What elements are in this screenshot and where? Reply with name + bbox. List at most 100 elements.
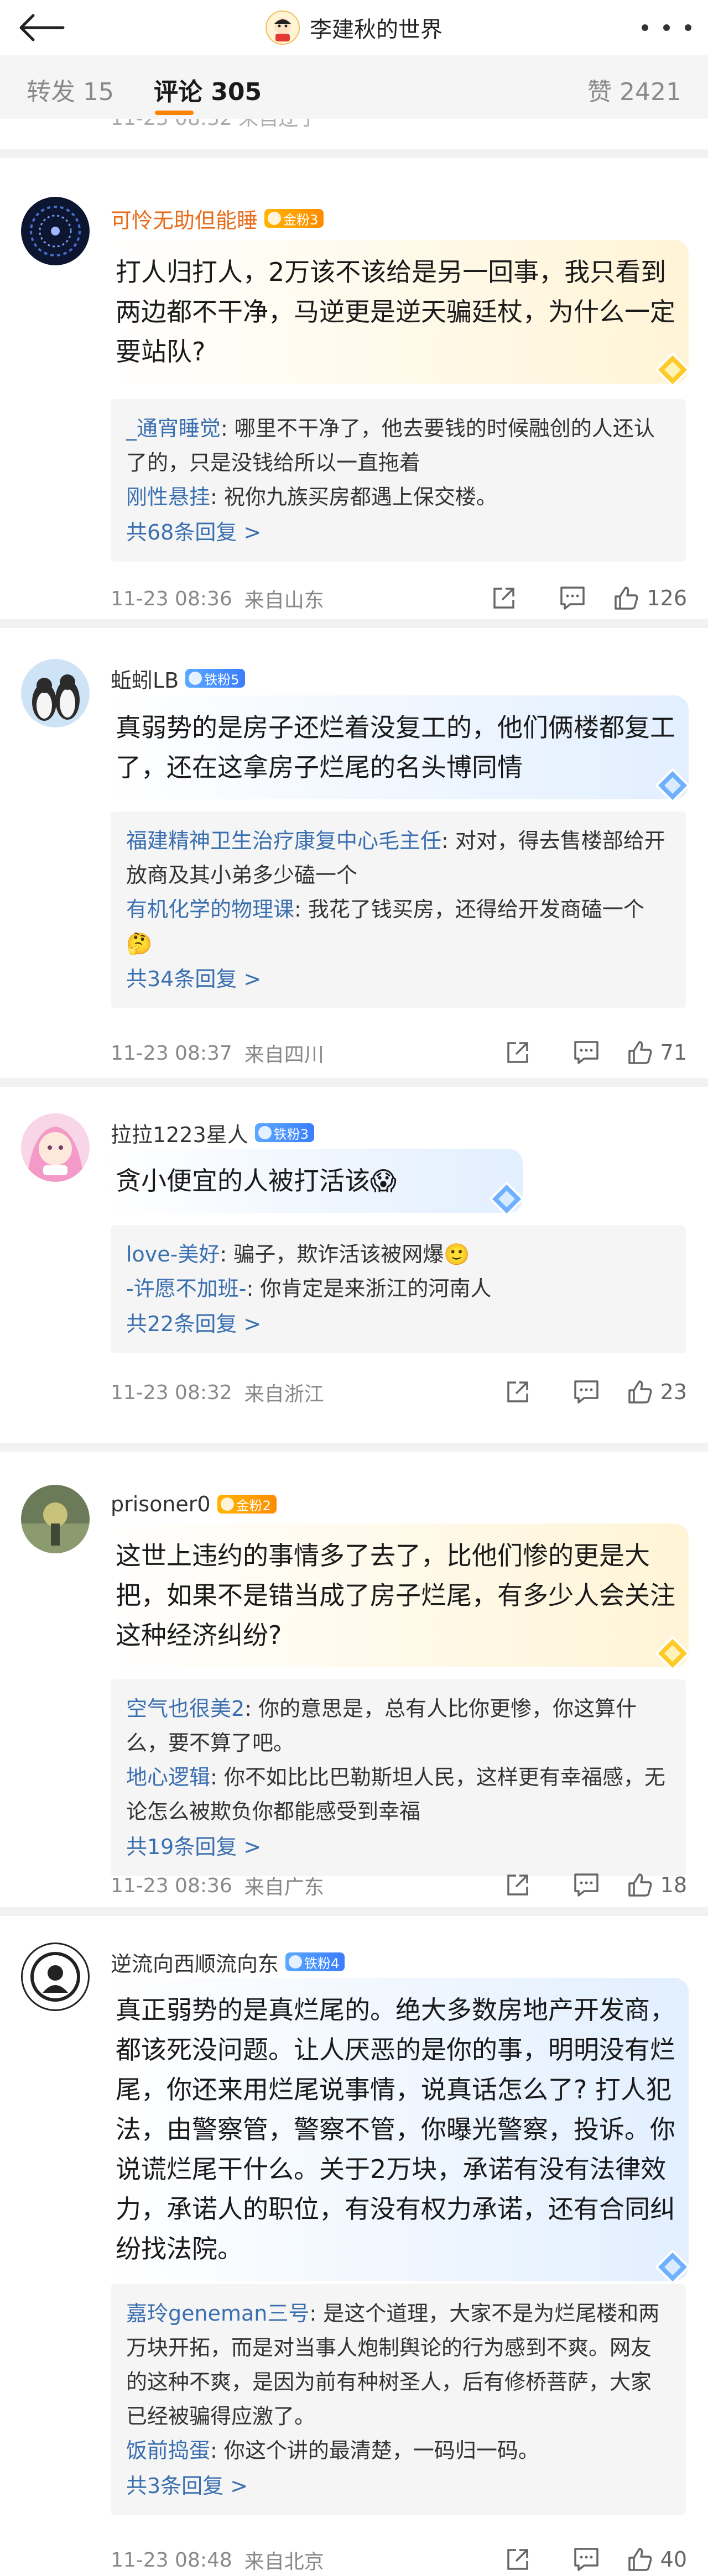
- like-button[interactable]: 71: [626, 1039, 687, 1066]
- share-icon: [507, 1042, 528, 1063]
- reply-box[interactable]: 嘉玲geneman三号: 是这个道理，大家不是为烂尾楼和两万块开拓，而是对当事人…: [111, 2284, 686, 2515]
- reply-box[interactable]: _通宵睡觉: 哪里不干净了，他去要钱的时候融创的人还认了的，只是没钱给所以一直拖…: [111, 399, 686, 562]
- like-button[interactable]: 18: [626, 1871, 687, 1899]
- lock-logo-icon: [30, 1952, 80, 2002]
- reply-item[interactable]: love-美好: 骗子，欺诈活该被网爆🙂: [126, 1237, 670, 1271]
- fan-icon: [189, 672, 202, 685]
- gold-diamond-icon: [655, 352, 690, 388]
- cartoon-avatar-icon: [274, 18, 291, 41]
- top-bar: 李建秋的世界: [0, 0, 708, 55]
- comment-actions: 40: [483, 2543, 687, 2576]
- thumbs-up-icon: [628, 1380, 652, 1404]
- share-icon: [493, 588, 515, 609]
- username[interactable]: 蚯蚓LB: [111, 663, 179, 694]
- comment-item: prisoner0 金粉2 这世上违约的事情多了去了，比他们惨的更是大把，如果不…: [0, 1443, 708, 1916]
- tab-likes[interactable]: 赞 2421: [587, 72, 681, 107]
- reply-item[interactable]: -许愿不加班-: 你肯定是来浙江的河南人: [126, 1271, 670, 1306]
- crown-icon: [268, 212, 282, 225]
- share-icon: [507, 1875, 528, 1896]
- comment-icon: [574, 1873, 598, 1897]
- reply-box[interactable]: 福建精神卫生治疗康复中心毛主任: 对对，得去售楼部给开放商及其小弟多少磕一个 有…: [111, 811, 686, 1008]
- comment-text: 贪小便宜的人被打活该😱: [102, 1149, 524, 1217]
- like-button[interactable]: 126: [612, 584, 687, 612]
- more-replies-link[interactable]: 共34条回复 >: [126, 962, 670, 996]
- comment-meta: 11-23 08:37 来自四川: [111, 1041, 324, 1067]
- comment-actions: 23: [483, 1375, 687, 1409]
- fan-badge[interactable]: 金粉2: [217, 1495, 277, 1514]
- reply-button[interactable]: [552, 1375, 621, 1409]
- page-title: 李建秋的世界: [310, 17, 442, 43]
- reply-item[interactable]: 空气也很美2: 你的意思是，总有人比你更惨，你这算什么，要不算了吧。: [126, 1692, 670, 1760]
- fan-badge[interactable]: 铁粉4: [285, 1952, 345, 1971]
- share-button[interactable]: [483, 1375, 552, 1409]
- comment-meta: 11-23 08:36 来自广东: [111, 1874, 324, 1899]
- fan-badge[interactable]: 金粉3: [264, 209, 324, 228]
- share-button[interactable]: [483, 1868, 552, 1902]
- more-replies-link[interactable]: 共19条回复 >: [126, 1830, 670, 1864]
- like-button[interactable]: 40: [626, 2546, 687, 2573]
- gold-diamond-icon: [655, 1636, 690, 1671]
- comment-text: 打人归打人，2万该不该给是另一回事，我只看到两边都不干净，马逆更是逆天骗廷杖，为…: [102, 240, 690, 388]
- comment-meta: 11-23 08:36 来自山东: [111, 587, 324, 612]
- comment-text: 这世上违约的事情多了去了，比他们惨的更是大把，如果不是错当成了房子烂尾，有多少人…: [102, 1523, 690, 1671]
- reply-item[interactable]: 地心逻辑: 你不如比比巴勒斯坦人民，这样更有幸福感，无论怎么被欺负你都能感受到幸…: [126, 1760, 670, 1829]
- avatar[interactable]: [21, 1113, 90, 1182]
- tab-repost[interactable]: 转发 15: [27, 72, 114, 107]
- comment-actions: 126: [470, 582, 687, 615]
- share-button[interactable]: [470, 582, 538, 615]
- reply-button[interactable]: [538, 582, 607, 615]
- share-button[interactable]: [483, 1036, 552, 1069]
- comment-item: 可怜无助但能睡 金粉3 打人归打人，2万该不该给是另一回事，我只看到两边都不干净…: [0, 149, 708, 628]
- reply-box[interactable]: love-美好: 骗子，欺诈活该被网爆🙂 -许愿不加班-: 你肯定是来浙江的河南…: [111, 1225, 686, 1353]
- dot-icon: [663, 24, 670, 31]
- avatar-image: [21, 659, 90, 727]
- fan-icon: [289, 1955, 303, 1968]
- previous-comment-meta: 11-23 08:32 来自辽宁: [111, 119, 318, 131]
- reply-item[interactable]: 饭前捣蛋: 你这个讲的最清楚，一码归一码。: [126, 2433, 670, 2468]
- reply-item[interactable]: 有机化学的物理课: 我花了钱买房，还得给开发商磕一个🤔: [126, 892, 670, 961]
- account-avatar[interactable]: [266, 11, 300, 45]
- dot-icon: [642, 24, 648, 31]
- reply-button[interactable]: [552, 1868, 621, 1902]
- share-icon: [507, 2549, 528, 2570]
- tab-comments[interactable]: 评论 305: [154, 72, 262, 107]
- comment-icon: [574, 2548, 598, 2571]
- comment-item: 逆流向西顺流向东 铁粉4 真正弱势的是真烂尾的。绝大多数房地产开发商，都该死没问…: [0, 1907, 708, 2576]
- comment-actions: 71: [483, 1036, 687, 1069]
- avatar[interactable]: [21, 197, 90, 265]
- reply-item[interactable]: _通宵睡觉: 哪里不干净了，他去要钱的时候融创的人还认了的，只是没钱给所以一直拖…: [126, 411, 670, 480]
- fan-badge[interactable]: 铁粉5: [185, 669, 245, 688]
- username[interactable]: prisoner0: [111, 1492, 211, 1516]
- more-options-button[interactable]: [642, 17, 691, 39]
- reply-button[interactable]: [552, 1036, 621, 1069]
- previous-comment-footer: 11-23 08:32 来自辽宁: [0, 119, 708, 149]
- reply-item[interactable]: 福建精神卫生治疗康复中心毛主任: 对对，得去售楼部给开放商及其小弟多少磕一个: [126, 824, 670, 892]
- avatar[interactable]: [21, 659, 90, 727]
- blue-diamond-icon: [655, 2249, 690, 2285]
- reply-button[interactable]: [552, 2543, 621, 2576]
- reply-item[interactable]: 刚性悬挂: 祝你九族买房都遇上保交楼。: [126, 480, 670, 514]
- fan-badge[interactable]: 铁粉3: [254, 1123, 314, 1142]
- comment-text: 真弱势的是房子还烂着没复工的，他们俩楼都复工了，还在这拿房子烂尾的名头博同情: [102, 695, 690, 803]
- thumbs-up-icon: [628, 1041, 652, 1064]
- more-replies-link[interactable]: 共3条回复 >: [126, 2469, 670, 2503]
- comment-item: 拉拉1223星人 铁粉3 贪小便宜的人被打活该😱 love-美好: 骗子，欺诈活…: [0, 1078, 708, 1452]
- comment-icon: [574, 1380, 598, 1404]
- reply-box[interactable]: 空气也很美2: 你的意思是，总有人比你更惨，你这算什么，要不算了吧。 地心逻辑:…: [111, 1679, 686, 1876]
- username[interactable]: 逆流向西顺流向东: [111, 1947, 279, 1977]
- comment-actions: 18: [483, 1868, 687, 1902]
- avatar-image: [21, 1485, 90, 1553]
- username[interactable]: 拉拉1223星人: [111, 1118, 248, 1148]
- dot-icon: [685, 24, 691, 31]
- avatar-image: [21, 197, 90, 265]
- like-button[interactable]: 23: [626, 1378, 687, 1406]
- crown-icon: [220, 1498, 234, 1511]
- username[interactable]: 可怜无助但能睡: [111, 203, 258, 234]
- share-button[interactable]: [483, 2543, 552, 2576]
- comment-text: 真正弱势的是真烂尾的。绝大多数房地产开发商，都该死没问题。让人厌恶的是你的事，明…: [102, 1978, 690, 2285]
- more-replies-link[interactable]: 共68条回复 >: [126, 515, 670, 549]
- reply-item[interactable]: 嘉玲geneman三号: 是这个道理，大家不是为烂尾楼和两万块开拓，而是对当事人…: [126, 2296, 670, 2433]
- avatar[interactable]: [21, 1943, 90, 2011]
- more-replies-link[interactable]: 共22条回复 >: [126, 1307, 670, 1341]
- avatar[interactable]: [21, 1485, 90, 1553]
